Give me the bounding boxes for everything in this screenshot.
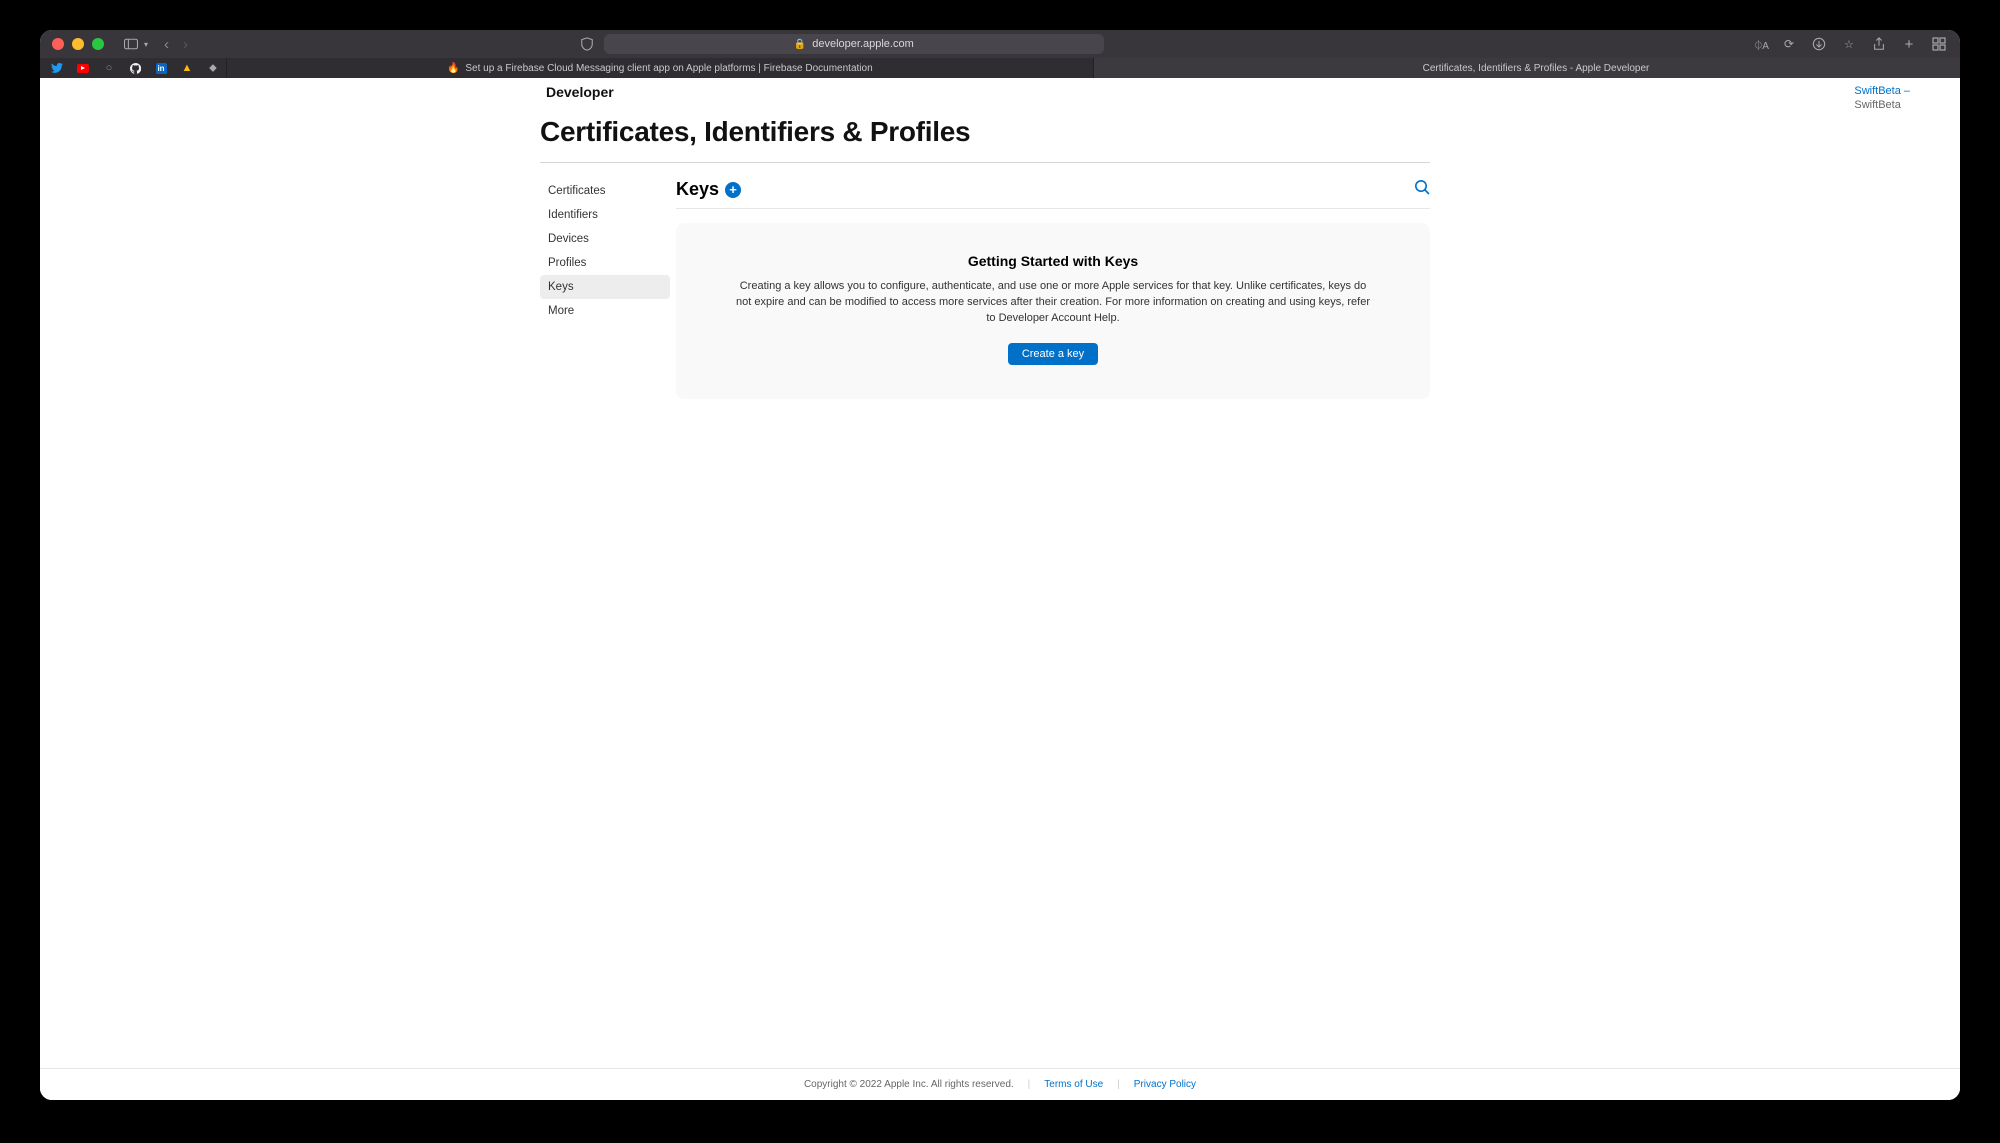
address-bar[interactable]: 🔒 developer.apple.com bbox=[604, 34, 1104, 54]
footer-link-terms[interactable]: Terms of Use bbox=[1044, 1079, 1103, 1090]
downloads-icon[interactable] bbox=[1810, 35, 1828, 53]
url-host: developer.apple.com bbox=[812, 38, 914, 50]
account-team: SwiftBeta bbox=[1854, 98, 1910, 112]
sidebar-item-label: Certificates bbox=[548, 185, 606, 197]
sidebar-item-label: Identifiers bbox=[548, 209, 598, 221]
main-heading-text: Keys bbox=[676, 179, 719, 200]
privacy-shield-icon[interactable] bbox=[578, 35, 596, 53]
browser-tab-firebase[interactable]: 🔥 Set up a Firebase Cloud Messaging clie… bbox=[226, 58, 1093, 78]
footer: Copyright © 2022 Apple Inc. All rights r… bbox=[40, 1068, 1960, 1100]
sidebar-item-more[interactable]: More bbox=[540, 299, 670, 323]
sidebar-toggle-icon[interactable] bbox=[122, 35, 140, 53]
sidebar-item-profiles[interactable]: Profiles bbox=[540, 251, 670, 275]
search-icon[interactable] bbox=[1414, 179, 1430, 200]
traffic-lights bbox=[52, 38, 104, 50]
lock-icon: 🔒 bbox=[794, 39, 806, 50]
main-heading: Keys + bbox=[676, 179, 741, 200]
favorites-strip: ○ in ▲ ⬥ bbox=[40, 58, 226, 78]
footer-separator: | bbox=[1117, 1079, 1120, 1090]
content-wrap: Certificates, Identifiers & Profiles Cer… bbox=[540, 106, 1430, 399]
getting-started-card: Getting Started with Keys Creating a key… bbox=[676, 223, 1430, 399]
footer-separator: | bbox=[1028, 1079, 1031, 1090]
back-button[interactable]: ‹ bbox=[164, 37, 169, 52]
nav-arrows: ‹ › bbox=[164, 37, 188, 52]
brand-label: Developer bbox=[546, 84, 614, 100]
close-window-button[interactable] bbox=[52, 38, 64, 50]
translate-icon[interactable]: ⏀A bbox=[1753, 37, 1768, 52]
chevron-down-icon[interactable]: ▾ bbox=[144, 40, 148, 49]
sidebar-item-keys[interactable]: Keys bbox=[540, 275, 670, 299]
apple-favicon-icon bbox=[1405, 62, 1417, 74]
toolbar-right: ⏀A ⟳ ☆ + bbox=[1753, 35, 1948, 53]
tab-label: Set up a Firebase Cloud Messaging client… bbox=[465, 63, 872, 74]
favorite-linkedin-icon[interactable]: in bbox=[148, 58, 174, 78]
address-group: 🔒 developer.apple.com bbox=[456, 34, 1226, 54]
sidebar-item-label: Keys bbox=[548, 281, 574, 293]
firebase-favicon-icon: 🔥 bbox=[447, 62, 459, 74]
card-title: Getting Started with Keys bbox=[716, 253, 1390, 269]
sidebar: Certificates Identifiers Devices Profile… bbox=[540, 179, 670, 399]
favorite-misc-icon[interactable]: ⬥ bbox=[200, 58, 226, 78]
account-name: SwiftBeta – bbox=[1854, 84, 1910, 98]
minimize-window-button[interactable] bbox=[72, 38, 84, 50]
page-title: Certificates, Identifiers & Profiles bbox=[540, 116, 1430, 163]
create-key-button[interactable]: Create a key bbox=[1008, 343, 1098, 365]
sidebar-item-devices[interactable]: Devices bbox=[540, 227, 670, 251]
sidebar-item-label: More bbox=[548, 305, 574, 317]
sidebar-item-label: Profiles bbox=[548, 257, 586, 269]
share-icon[interactable] bbox=[1870, 35, 1888, 53]
favorite-github-icon[interactable] bbox=[122, 58, 148, 78]
favorite-bookmark-icon[interactable]: ○ bbox=[96, 58, 122, 78]
bookmarks-icon[interactable]: ☆ bbox=[1840, 35, 1858, 53]
tab-label: Certificates, Identifiers & Profiles - A… bbox=[1423, 63, 1650, 74]
tab-overview-icon[interactable] bbox=[1930, 35, 1948, 53]
browser-window: ▾ ‹ › 🔒 developer.apple.com ⏀A ⟳ ☆ + bbox=[40, 30, 1960, 1100]
browser-tab-apple-developer[interactable]: Certificates, Identifiers & Profiles - A… bbox=[1093, 58, 1960, 78]
developer-brand[interactable]: Developer bbox=[540, 84, 614, 100]
copyright-text: Copyright © 2022 Apple Inc. All rights r… bbox=[804, 1079, 1014, 1090]
sidebar-item-label: Devices bbox=[548, 233, 589, 245]
forward-button[interactable]: › bbox=[183, 37, 188, 52]
new-tab-button[interactable]: + bbox=[1900, 35, 1918, 53]
main-panel: Keys + Getting Started with Keys Creatin… bbox=[670, 179, 1430, 399]
favorite-youtube-icon[interactable] bbox=[70, 58, 96, 78]
favorite-analytics-icon[interactable]: ▲ bbox=[174, 58, 200, 78]
reload-button[interactable]: ⟳ bbox=[1780, 35, 1798, 53]
favorite-twitter-icon[interactable] bbox=[44, 58, 70, 78]
add-key-button[interactable]: + bbox=[725, 182, 741, 198]
fullscreen-window-button[interactable] bbox=[92, 38, 104, 50]
card-body: Creating a key allows you to configure, … bbox=[733, 279, 1373, 327]
apple-header: Developer bbox=[40, 78, 1960, 106]
sidebar-item-identifiers[interactable]: Identifiers bbox=[540, 203, 670, 227]
main-header: Keys + bbox=[676, 179, 1430, 209]
page-content: Developer SwiftBeta – SwiftBeta Certific… bbox=[40, 78, 1960, 1100]
footer-link-privacy[interactable]: Privacy Policy bbox=[1134, 1079, 1196, 1090]
titlebar: ▾ ‹ › 🔒 developer.apple.com ⏀A ⟳ ☆ + bbox=[40, 30, 1960, 58]
sidebar-item-certificates[interactable]: Certificates bbox=[540, 179, 670, 203]
account-switcher[interactable]: SwiftBeta – SwiftBeta bbox=[1854, 84, 1910, 113]
columns: Certificates Identifiers Devices Profile… bbox=[540, 179, 1430, 399]
tabs-bar: ○ in ▲ ⬥ 🔥 Set up a Firebase Cloud Messa… bbox=[40, 58, 1960, 78]
